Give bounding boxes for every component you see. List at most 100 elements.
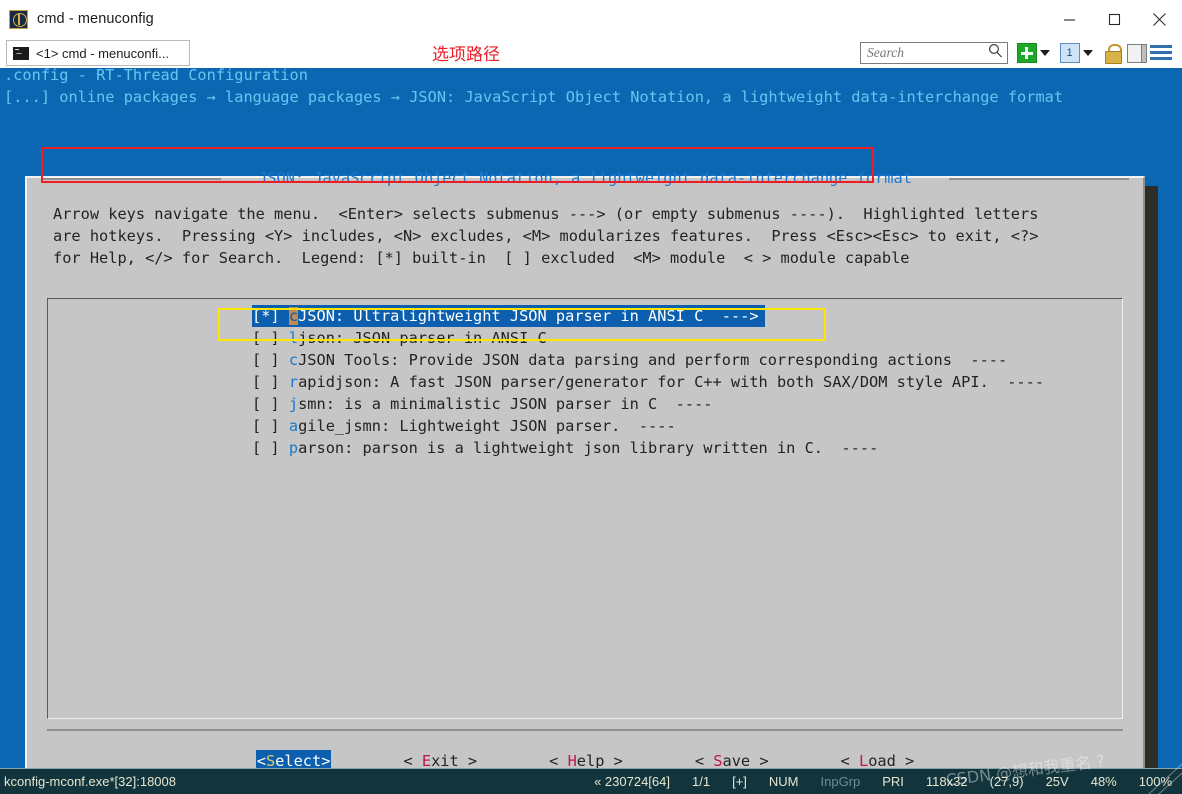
status-num[interactable]: NUM (769, 774, 799, 789)
menu-item-hotkey: a (288, 417, 299, 435)
status-volt: 25V (1045, 774, 1069, 789)
console-icon (13, 46, 29, 60)
search-input[interactable] (867, 45, 988, 61)
menu-item-marker: [ ] (252, 439, 289, 457)
button-label: elp > (576, 752, 623, 768)
menu-item-list: [*] cJSON: Ultralightweight JSON parser … (48, 305, 1122, 459)
button-hotkey: L (858, 752, 869, 768)
console-tab[interactable]: <1> cmd - menuconfi... (6, 40, 190, 66)
status-cursor: (27,9) (989, 774, 1024, 789)
annotation-path-label: 选项路径 (432, 45, 500, 65)
dialog-button-help[interactable]: < Help > (549, 750, 623, 768)
menu-item-label: gile_jsmn: Lightweight JSON parser. ---- (298, 417, 676, 435)
pane-icon (1059, 43, 1080, 64)
button-hotkey: E (421, 752, 432, 768)
button-prefix: < (256, 752, 266, 768)
menu-item-label: smn: is a minimalistic JSON parser in C … (298, 395, 713, 413)
button-label: elect> (275, 752, 331, 768)
active-console-button[interactable] (1059, 43, 1099, 64)
search-icon (988, 43, 1003, 63)
menuconfig-dialog: JSON: JavaScript Object Notation, a ligh… (25, 169, 1145, 768)
button-prefix: < (694, 752, 714, 768)
conemu-window: cmd - menuconfig <1> cmd - menuconfi... (0, 0, 1182, 794)
menu-item[interactable]: [ ] agile_jsmn: Lightweight JSON parser.… (48, 415, 1122, 437)
close-button[interactable] (1137, 0, 1182, 38)
menu-item-label: JSON Tools: Provide JSON data parsing an… (298, 351, 1008, 369)
plus-icon (1016, 43, 1037, 64)
status-pri: PRI (882, 774, 904, 789)
menu-item[interactable]: [*] cJSON: Ultralightweight JSON parser … (252, 305, 765, 327)
maximize-button[interactable] (1092, 0, 1137, 38)
status-pages: 1/1 (691, 774, 711, 789)
dialog-help-text: Arrow keys navigate the menu. <Enter> se… (53, 205, 1039, 267)
dialog-button-load[interactable]: < Load > (841, 750, 915, 768)
menu-listbox[interactable]: [*] cJSON: Ultralightweight JSON parser … (47, 298, 1123, 719)
dialog-button-select[interactable]: <Select> (255, 750, 332, 768)
toolbar (860, 38, 1182, 68)
button-hotkey: H (567, 752, 577, 768)
button-prefix: < (403, 752, 422, 768)
status-process: kconfig-mconf.exe*[32]:18008 (4, 774, 176, 789)
split-icon (1126, 43, 1147, 64)
lock-button[interactable] (1102, 43, 1123, 64)
menu-item-marker: [ ] (252, 395, 289, 413)
window-title: cmd - menuconfig (37, 11, 154, 27)
window-controls (1047, 0, 1182, 38)
menu-item[interactable]: [ ] jsmn: is a minimalistic JSON parser … (48, 393, 1122, 415)
menu-item[interactable]: [ ] parson: parson is a lightweight json… (48, 437, 1122, 459)
console-tab-label: <1> cmd - menuconfi... (36, 45, 169, 61)
menu-item-marker: [ ] (252, 373, 289, 391)
button-prefix: < (840, 752, 859, 768)
status-mem: 48% (1090, 774, 1117, 789)
dialog-buttons: <Select> < Exit > < Help > < Save > < Load > (27, 750, 1143, 768)
menu-item-label: json: JSON parser in ANSI C (298, 329, 547, 347)
menu-item-hotkey: j (288, 395, 299, 413)
chevron-down-icon-2[interactable] (1083, 50, 1093, 56)
terminal-area[interactable]: .config - RT-Thread Configuration [...] … (0, 68, 1182, 768)
new-console-button[interactable] (1016, 43, 1056, 64)
dialog-separator (47, 729, 1123, 731)
menu-item-label: apidjson: A fast JSON parser/generator f… (298, 373, 1045, 391)
dialog-button-save[interactable]: < Save > (695, 750, 769, 768)
menu-item-marker: [ ] (252, 351, 289, 369)
search-box[interactable] (860, 42, 1008, 64)
menu-item[interactable]: [ ] rapidjson: A fast JSON parser/genera… (48, 371, 1122, 393)
menu-item[interactable]: [ ] ljson: JSON parser in ANSI C (48, 327, 1122, 349)
chevron-down-icon[interactable] (1040, 50, 1050, 56)
status-build: « 230724[64] (594, 774, 670, 789)
kconfig-path-line: [...] online packages → language package… (4, 88, 1064, 106)
menu-item-label: JSON: Ultralightweight JSON parser in AN… (298, 307, 759, 325)
menu-item-marker: [ ] (252, 329, 289, 347)
status-zoom: 100% (1138, 774, 1172, 789)
menu-item-marker: [ ] (252, 417, 289, 435)
hamburger-icon (1150, 43, 1172, 64)
kconfig-header-line: .config - RT-Thread Configuration (4, 68, 308, 84)
button-hotkey: S (265, 752, 276, 768)
status-inpgrp[interactable]: InpGrp (821, 774, 861, 789)
tab-toolbar-row: <1> cmd - menuconfi... (0, 38, 1182, 68)
status-bar: kconfig-mconf.exe*[32]:18008 « 230724[64… (0, 768, 1182, 794)
menu-item-hotkey: p (288, 439, 299, 457)
menu-item-label: arson: parson is a lightweight json libr… (298, 439, 879, 457)
button-label: oad > (868, 752, 915, 768)
lock-icon (1102, 43, 1123, 64)
status-size: 118x32 (925, 774, 968, 789)
dialog-button-exit[interactable]: < Exit > (403, 750, 477, 768)
menu-item-hotkey: r (288, 373, 299, 391)
dialog-title: JSON: JavaScript Object Notation, a ligh… (27, 167, 1143, 189)
status-right-group: « 230724[64] 1/1 [+] NUM InpGrp PRI 118x… (572, 774, 1172, 789)
cursor-block: c (288, 307, 299, 325)
menu-item-hotkey: l (288, 329, 299, 347)
menu-item[interactable]: [ ] cJSON Tools: Provide JSON data parsi… (48, 349, 1122, 371)
conemu-icon (9, 9, 28, 29)
main-menu-button[interactable] (1150, 43, 1172, 64)
menu-item-hotkey: c (288, 351, 299, 369)
status-plus: [+] (732, 774, 747, 789)
menu-item-marker: [*] (252, 307, 289, 325)
window-titlebar: cmd - menuconfig (0, 0, 1182, 38)
button-label: ave > (722, 752, 769, 768)
button-label: xit > (431, 752, 478, 768)
minimize-button[interactable] (1047, 0, 1092, 38)
button-prefix: < (549, 752, 568, 768)
split-pane-button[interactable] (1126, 43, 1147, 64)
